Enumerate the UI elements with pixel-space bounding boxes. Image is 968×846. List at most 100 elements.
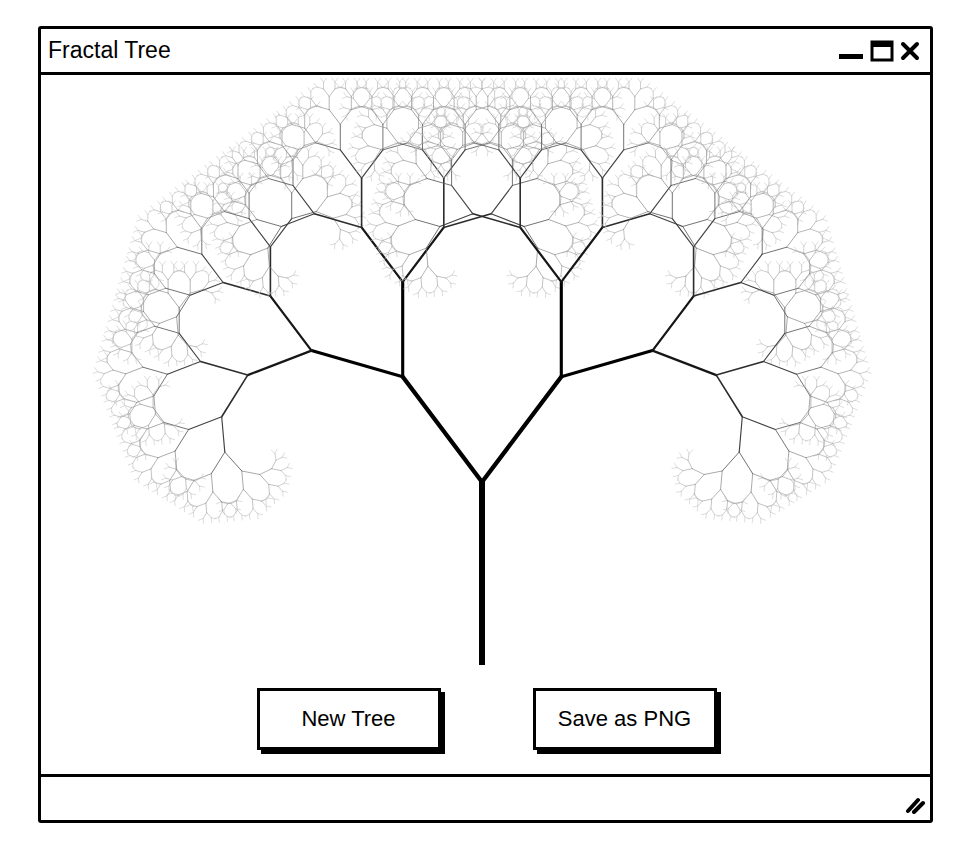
tree-branch [254,278,263,281]
tree-branch [135,359,137,364]
tree-branch [511,123,518,125]
tree-branch [414,78,417,82]
close-icon[interactable] [900,40,920,62]
tree-branch [210,176,217,178]
tree-branch [278,160,279,167]
tree-branch [257,220,282,227]
tree-branch [439,78,442,82]
tree-branch [116,311,119,315]
tree-branch [231,275,232,280]
tree-branch [158,349,163,351]
tree-branch [566,226,573,237]
tree-branch [187,345,189,355]
tree-branch [292,149,299,160]
tree-branch [134,321,139,323]
tree-branch [288,176,290,181]
tree-branch [133,445,140,447]
tree-branch [238,201,243,203]
tree-branch [351,136,356,138]
tree-branch [147,320,160,324]
maximize-icon[interactable] [870,40,894,62]
tree-branch [529,118,530,125]
tree-branch [561,153,567,161]
tree-branch [193,245,198,247]
tree-branch [130,329,135,331]
tree-branch [412,88,415,92]
tree-branch [223,152,226,156]
tree-branch [357,134,362,136]
tree-branch [125,279,130,281]
tree-branch [237,510,242,515]
tree-branch [433,106,442,109]
tree-branch [115,310,122,312]
tree-branch [252,499,254,509]
tree-branch [244,185,251,196]
tree-branch [547,151,548,164]
tree-branch [481,82,482,89]
tree-branch [177,469,186,479]
tree-branch [340,186,346,194]
tree-branch [168,280,169,293]
tree-branch [495,97,498,101]
tree-branch [309,118,310,125]
tree-branch [133,270,142,273]
tree-branch [272,162,277,164]
tree-branch [356,136,363,138]
tree-branch [549,128,552,132]
tree-branch [470,82,471,89]
tree-branch [494,101,495,108]
tree-branch [273,167,279,175]
tree-branch [179,333,200,361]
tree-branch [340,229,349,232]
tree-branch [106,358,108,363]
tree-branch [279,170,281,175]
tree-branch [201,191,208,193]
tree-branch [399,102,402,106]
tree-branch [217,239,224,241]
tree-branch [495,118,496,125]
tree-branch [173,265,174,272]
tree-branch [587,224,594,226]
tree-branch [524,220,549,227]
tree-branch [140,274,141,279]
tree-branch [288,106,293,108]
tree-branch [140,404,153,408]
tree-branch [108,338,113,340]
tree-branch [319,165,322,169]
tree-branch [216,183,219,187]
tree-branch [486,119,489,123]
app-window: Fractal Tree New TreeSave as PNG [38,26,933,823]
tree-branch [322,127,323,134]
tree-branch [213,184,214,197]
tree-branch [484,123,489,125]
tree-branch [262,498,268,501]
tree-branch [224,201,233,204]
tree-branch [212,293,216,299]
tree-branch [384,93,387,97]
tree-branch [413,97,416,101]
tree-branch [130,259,135,261]
tree-branch [154,275,159,280]
tree-branch [113,320,120,322]
tree-branch [544,178,547,182]
tree-branch [278,483,284,486]
tree-branch [206,271,209,275]
tree-branch [259,293,260,298]
tree-branch [425,97,430,99]
minimize-icon[interactable] [838,40,864,62]
tree-branch [279,286,284,291]
tree-branch [114,317,119,319]
tree-branch [483,134,489,142]
tree-branch [191,494,192,499]
tree-branch [137,450,141,456]
tree-branch [329,97,330,110]
tree-branch [170,439,175,440]
tree-branch [148,221,154,229]
tree-branch [242,137,245,141]
tree-branch [128,395,135,397]
tree-branch [128,285,131,289]
tree-branch [205,244,206,249]
tree-branch [278,276,280,286]
tree-branch [409,88,412,92]
tree-branch [126,325,127,332]
